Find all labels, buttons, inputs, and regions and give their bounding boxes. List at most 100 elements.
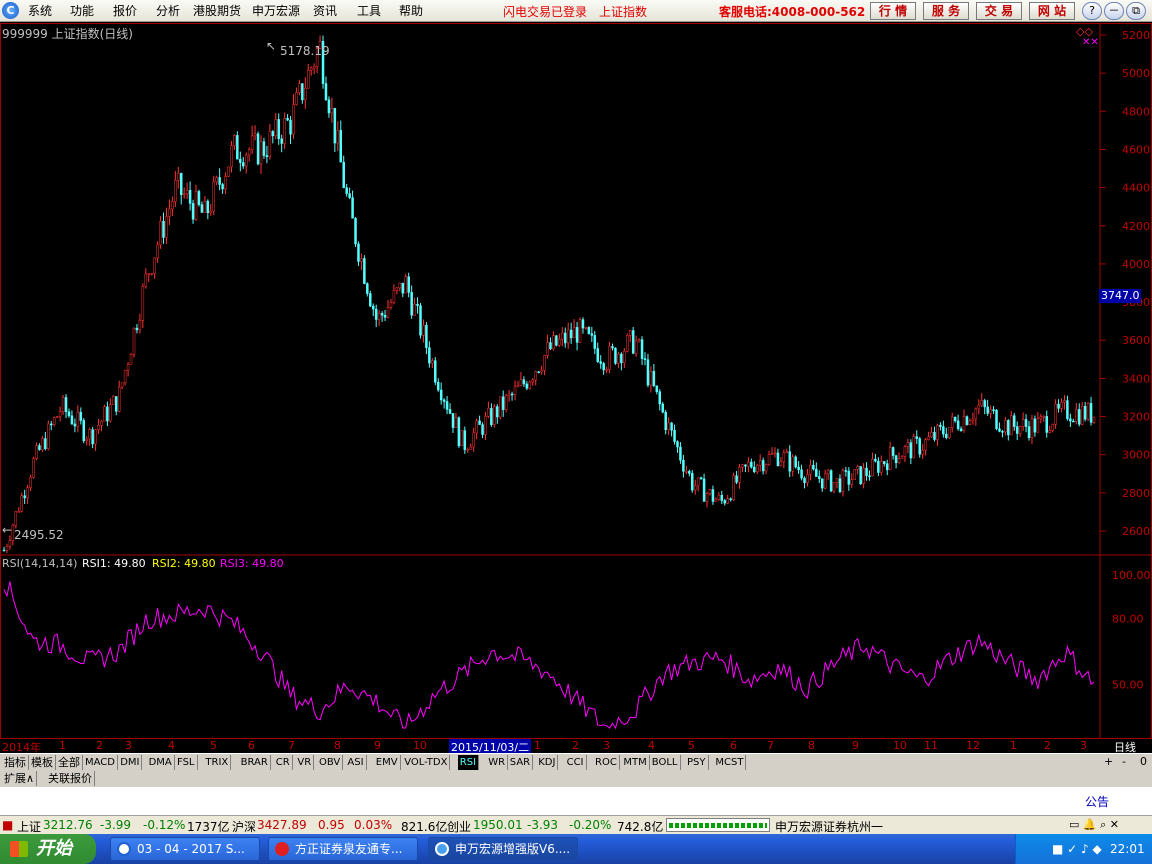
candle-body	[188, 190, 192, 204]
candle-body	[637, 339, 641, 342]
tab-vr[interactable]: VR	[295, 755, 315, 770]
tab-vol-tdx[interactable]: VOL-TDX	[402, 755, 451, 770]
candle-body	[758, 460, 762, 466]
candle-body	[410, 292, 413, 316]
notice-link[interactable]: 公告	[1085, 793, 1109, 810]
tab-roc[interactable]: ROC	[593, 755, 620, 770]
tab-mtm[interactable]: MTM	[621, 755, 650, 770]
menu-swhy[interactable]: 申万宏源	[252, 2, 300, 19]
help-icon[interactable]: ?	[1082, 2, 1102, 20]
tray-icons[interactable]: ▭ 🔔 ⌕ ✕	[1069, 818, 1119, 832]
tab-psy[interactable]: PSY	[685, 755, 709, 770]
related-quote-tab[interactable]: 关联报价	[46, 771, 95, 786]
candle-body	[776, 452, 780, 466]
price-tick-label: 4200	[1122, 220, 1150, 233]
tab-模板[interactable]: 模板	[29, 755, 56, 770]
candle-body	[445, 401, 449, 410]
tab-macd[interactable]: MACD	[83, 755, 118, 770]
candle-body	[395, 287, 399, 291]
menu-help[interactable]: 帮助	[399, 2, 423, 19]
rsi-tick-label: 50.00	[1112, 678, 1144, 691]
candle-body	[209, 210, 213, 214]
website-button[interactable]: 网 站	[1029, 2, 1075, 20]
candle-body	[682, 459, 685, 472]
kline-chart[interactable]: 5200500048004600440042004000380036003400…	[0, 23, 1152, 739]
date-label: 1	[534, 739, 541, 752]
tab-wr[interactable]: WR	[486, 755, 509, 770]
candle-body	[309, 67, 313, 71]
task-item[interactable]: 03 - 04 - 2017 S...	[110, 837, 260, 861]
candle-body	[106, 406, 109, 422]
candle-body	[1077, 409, 1081, 425]
chart-area[interactable]: 5200500048004600440042004000380036003400…	[0, 23, 1152, 739]
tab-sar[interactable]: SAR	[508, 755, 534, 770]
cross-icon[interactable]: ✕✕	[1082, 37, 1099, 48]
candle-body	[924, 439, 927, 451]
tab-dma[interactable]: DMA	[147, 755, 175, 770]
tab-全部[interactable]: 全部	[56, 755, 83, 770]
candle-body	[20, 495, 23, 512]
tab-dmi[interactable]: DMI	[118, 755, 143, 770]
candle-body	[1033, 418, 1037, 433]
zoom-in-button[interactable]: +	[1104, 755, 1113, 768]
candle-body	[407, 276, 410, 293]
candle-body	[708, 489, 712, 494]
tray-icons[interactable]: ■ ✓ ♪ ◆	[1052, 842, 1102, 856]
candle-body	[750, 461, 753, 468]
minimize-button[interactable]: －	[1104, 2, 1124, 20]
date-label: 3	[1080, 739, 1087, 752]
candle-body	[200, 204, 204, 213]
menu-news[interactable]: 资讯	[313, 2, 337, 19]
candle-body	[280, 138, 283, 144]
candle-body	[841, 470, 845, 493]
reset-button[interactable]: 0	[1140, 755, 1147, 768]
service-button[interactable]: 服 务	[923, 2, 969, 20]
candle-body	[1012, 415, 1016, 427]
candle-body	[699, 477, 703, 480]
candle-body	[888, 447, 892, 471]
candle-body	[1063, 400, 1066, 403]
date-label: 3	[125, 739, 132, 752]
candle-body	[162, 221, 165, 238]
candle-body	[67, 411, 71, 417]
expand-tab[interactable]: 扩展∧	[2, 771, 38, 786]
tab-kdj[interactable]: KDJ	[536, 755, 559, 770]
candle-body	[705, 493, 709, 502]
tab-asi[interactable]: ASI	[345, 755, 367, 770]
task-item-active[interactable]: 申万宏源增强版V6....	[428, 837, 578, 861]
menu-quote[interactable]: 报价	[113, 2, 137, 19]
tab-mcst[interactable]: MCST	[713, 755, 747, 770]
candle-body	[286, 118, 289, 121]
restore-button[interactable]: ⧉	[1126, 2, 1146, 20]
close-button[interactable]	[1148, 2, 1152, 20]
candle-body	[939, 424, 942, 427]
candle-body	[5, 545, 9, 551]
tab-cr[interactable]: CR	[274, 755, 293, 770]
task-item[interactable]: 方正证券泉友通专...	[268, 837, 418, 861]
tab-fsl[interactable]: FSL	[175, 755, 198, 770]
candle-body	[549, 342, 552, 350]
menu-system[interactable]: 系统	[28, 2, 52, 19]
menu-hk-futures[interactable]: 港股期货	[193, 2, 241, 19]
tab-trix[interactable]: TRIX	[203, 755, 232, 770]
market-button[interactable]: 行 情	[870, 2, 916, 20]
start-button[interactable]: 开始	[0, 834, 96, 864]
indicator-tabbar: 指标 模板 全部 MACD DMI DMA FSL TRIX BRAR CR VR OBV ASI EMV…	[0, 753, 1152, 771]
tab-rsi[interactable]: RSI	[457, 755, 480, 770]
candle-body	[242, 162, 245, 167]
tab-boll[interactable]: BOLL	[650, 755, 681, 770]
menu-tools[interactable]: 工具	[357, 2, 381, 19]
tab-obv[interactable]: OBV	[317, 755, 344, 770]
candle-body	[670, 422, 673, 431]
tab-emv[interactable]: EMV	[374, 755, 401, 770]
trade-button[interactable]: 交 易	[976, 2, 1022, 20]
candle-body	[114, 396, 118, 412]
date-label: 9	[852, 739, 859, 752]
zoom-out-button[interactable]: -	[1122, 755, 1126, 768]
tab-cci[interactable]: CCI	[565, 755, 587, 770]
tab-brar[interactable]: BRAR	[239, 755, 271, 770]
tab-指标[interactable]: 指标	[2, 755, 29, 770]
menu-analysis[interactable]: 分析	[156, 2, 180, 19]
candle-body	[466, 449, 470, 451]
menu-function[interactable]: 功能	[70, 2, 94, 19]
